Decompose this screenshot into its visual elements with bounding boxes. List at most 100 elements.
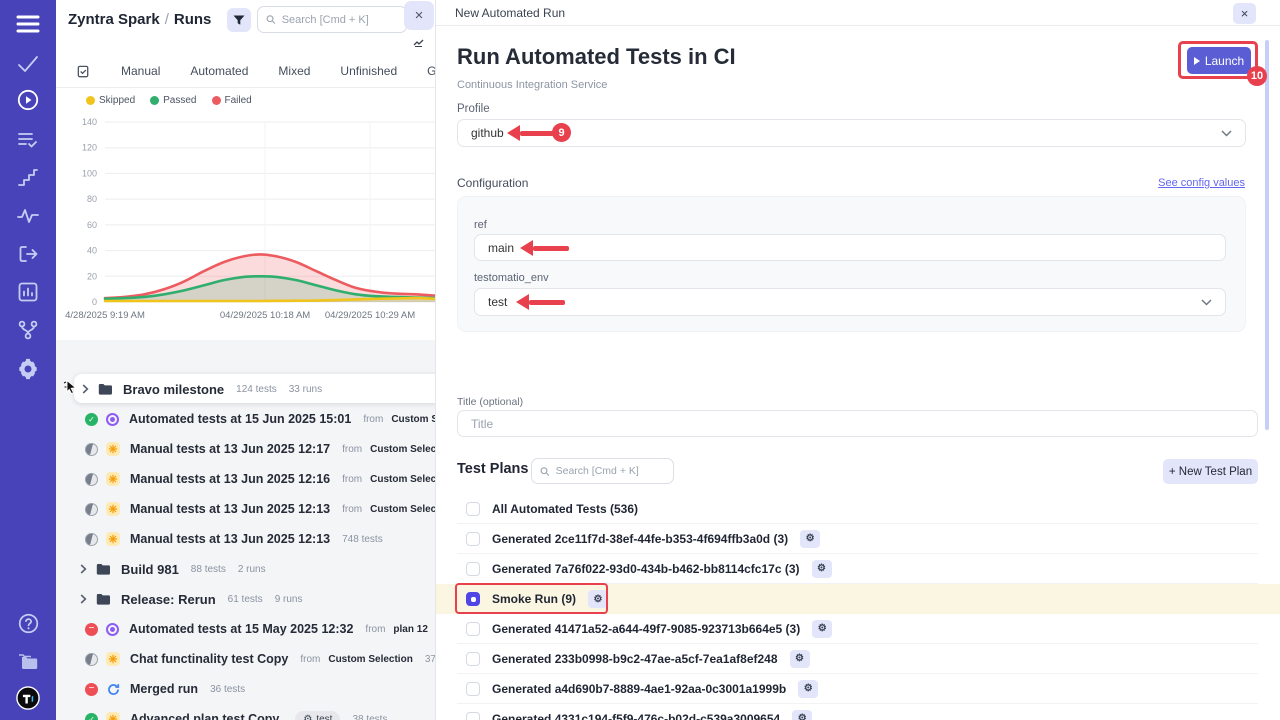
- tab-unfinished[interactable]: Unfinished: [340, 64, 397, 78]
- chevron-right-icon[interactable]: [82, 385, 90, 393]
- folder-icon: [96, 593, 111, 605]
- play-circle-icon[interactable]: [16, 88, 40, 112]
- test-plan-checkbox[interactable]: [466, 622, 480, 636]
- steps-icon[interactable]: [16, 166, 40, 190]
- ref-input[interactable]: [488, 241, 1212, 255]
- run-from-label: from: [342, 474, 362, 485]
- avatar[interactable]: [16, 686, 40, 710]
- test-plan-label: All Automated Tests (536): [492, 502, 638, 516]
- profile-select[interactable]: github: [457, 119, 1246, 147]
- manual-run-icon: [106, 502, 120, 516]
- run-meta: 38 tests: [352, 714, 387, 720]
- run-from-label: from: [363, 414, 383, 425]
- drawer-close-button[interactable]: ×: [1233, 3, 1256, 24]
- pulse-icon[interactable]: [16, 204, 40, 228]
- test-plan-row[interactable]: Generated 41471a52-a644-49f7-9085-923713…: [457, 614, 1258, 644]
- breadcrumb-page: Runs: [174, 11, 212, 28]
- test-plan-row[interactable]: Generated 4331c194-f5f9-476c-b02d-c539a3…: [457, 704, 1258, 720]
- run-row[interactable]: Manual tests at 13 Jun 2025 12:17fromCus…: [56, 434, 435, 464]
- test-plan-checkbox[interactable]: [466, 652, 480, 666]
- breadcrumb-project[interactable]: Zyntra Spark: [68, 11, 160, 28]
- drawer-scrollbar[interactable]: [1265, 40, 1269, 430]
- env-select[interactable]: test: [474, 288, 1226, 316]
- gear-chip[interactable]: ⚙: [812, 560, 832, 578]
- run-from-label: from: [300, 654, 320, 665]
- merged-run-icon: [106, 682, 120, 696]
- svg-text:60: 60: [87, 220, 97, 230]
- test-plan-checkbox[interactable]: [466, 532, 480, 546]
- gear-chip[interactable]: ⚙: [792, 710, 812, 720]
- test-plan-row[interactable]: All Automated Tests (536): [457, 494, 1258, 524]
- branch-icon[interactable]: [16, 318, 40, 342]
- filter-button[interactable]: [227, 8, 251, 32]
- test-plans-search-input[interactable]: [556, 465, 665, 477]
- runs-search[interactable]: [257, 6, 407, 33]
- new-automated-run-drawer: New Automated Run × Run Automated Tests …: [435, 0, 1280, 720]
- gear-chip[interactable]: ⚙: [790, 650, 810, 668]
- panel-close-button[interactable]: ×: [404, 1, 434, 30]
- run-row[interactable]: ✓Automated tests at 15 Jun 2025 15:01fro…: [56, 404, 435, 434]
- svg-text:4/28/2025 9:19 AM: 4/28/2025 9:19 AM: [65, 310, 145, 321]
- list-check-icon[interactable]: [16, 128, 40, 152]
- tab-automated[interactable]: Automated: [190, 64, 248, 78]
- chart-legend: SkippedPassedFailed: [86, 95, 252, 106]
- legend-item: Skipped: [86, 95, 135, 106]
- folder-row[interactable]: Bravo milestone124 tests33 runs: [74, 374, 435, 404]
- gear-chip[interactable]: ⚙: [812, 620, 832, 638]
- run-row[interactable]: Manual tests at 13 Jun 2025 12:13fromCus…: [56, 494, 435, 524]
- test-plan-checkbox[interactable]: [466, 682, 480, 696]
- gear-icon[interactable]: [16, 357, 40, 381]
- run-row[interactable]: Manual tests at 13 Jun 2025 12:16fromCus…: [56, 464, 435, 494]
- configuration-label: Configuration: [457, 176, 528, 190]
- test-plan-row[interactable]: Generated 233b0998-b9c2-47ae-a5cf-7ea1af…: [457, 644, 1258, 674]
- run-row[interactable]: ✓Advanced plan test Copy⚙test38 tests: [56, 704, 435, 720]
- gear-chip[interactable]: ⚙: [798, 680, 818, 698]
- folder-row[interactable]: Release: Rerun61 tests9 runs: [56, 584, 435, 614]
- status-in-progress-icon: [85, 533, 98, 546]
- check-icon[interactable]: [16, 52, 40, 76]
- test-plan-checkbox[interactable]: [466, 562, 480, 576]
- test-plans-list: All Automated Tests (536) Generated 2ce11…: [457, 494, 1258, 720]
- chevron-right-icon[interactable]: [80, 595, 88, 603]
- tab-groups[interactable]: Groups: [427, 64, 435, 78]
- launch-button[interactable]: Launch: [1187, 47, 1251, 74]
- hovered-folder-card[interactable]: Bravo milestone124 tests33 runs: [74, 374, 435, 403]
- test-plan-checkbox[interactable]: [466, 502, 480, 516]
- folder-meta: 88 tests: [191, 564, 226, 575]
- test-plan-checkbox[interactable]: [466, 592, 480, 606]
- title-input[interactable]: [471, 417, 1244, 431]
- env-chip[interactable]: ⚙test: [295, 711, 340, 720]
- sign-in-icon[interactable]: [16, 242, 40, 266]
- test-plan-row[interactable]: Smoke Run (9)⚙: [436, 584, 1280, 614]
- run-row[interactable]: −Merged run36 tests: [56, 674, 435, 704]
- run-row[interactable]: Chat functinality test CopyfromCustom Se…: [56, 644, 435, 674]
- status-in-progress-icon: [85, 503, 98, 516]
- gear-chip[interactable]: ⚙: [588, 590, 608, 608]
- test-plan-row[interactable]: Generated 2ce11f7d-38ef-44fe-b353-4f694f…: [457, 524, 1258, 554]
- run-meta: 748 tests: [342, 534, 383, 545]
- page-subtitle: Continuous Integration Service: [457, 79, 607, 91]
- gear-chip[interactable]: ⚙: [800, 530, 820, 548]
- test-plans-search[interactable]: [531, 458, 674, 484]
- test-plan-row[interactable]: Generated a4d690b7-8889-4ae1-92aa-0c3001…: [457, 674, 1258, 704]
- help-icon[interactable]: [16, 611, 40, 635]
- status-in-progress-icon: [85, 653, 98, 666]
- tab-manual[interactable]: Manual: [121, 64, 160, 78]
- launch-button-label: Launch: [1205, 54, 1244, 68]
- run-title: Manual tests at 13 Jun 2025 12:13: [130, 532, 330, 546]
- see-config-values-link[interactable]: See config values: [1158, 177, 1245, 189]
- run-row[interactable]: Manual tests at 13 Jun 2025 12:13 748 tes…: [56, 524, 435, 554]
- run-title: Chat functinality test Copy: [130, 652, 288, 666]
- folders-icon[interactable]: [16, 649, 40, 673]
- test-plan-row[interactable]: Generated 7a76f022-93d0-434b-b462-bb8114…: [457, 554, 1258, 584]
- clipboard-check-icon[interactable]: [76, 64, 91, 79]
- chevron-right-icon[interactable]: [80, 565, 88, 573]
- tab-mixed[interactable]: Mixed: [278, 64, 310, 78]
- run-row[interactable]: −Automated tests at 15 May 2025 12:32fro…: [56, 614, 435, 644]
- new-test-plan-button[interactable]: + New Test Plan: [1163, 459, 1258, 484]
- bar-chart-icon[interactable]: [16, 280, 40, 304]
- folder-row[interactable]: Build 98188 tests2 runs: [56, 554, 435, 584]
- test-plan-checkbox[interactable]: [466, 712, 480, 720]
- runs-search-input[interactable]: [282, 14, 398, 26]
- hamburger-icon[interactable]: [16, 12, 40, 36]
